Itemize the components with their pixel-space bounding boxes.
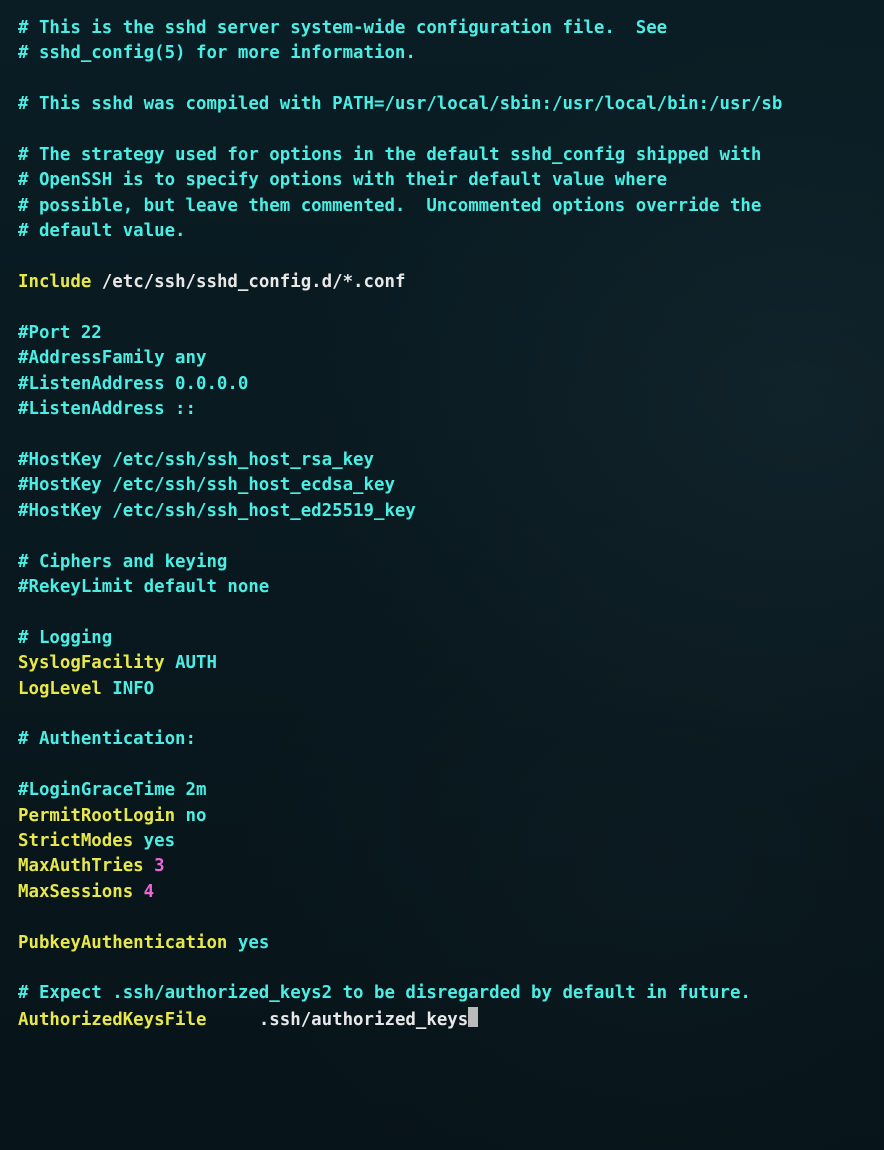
comment-line: #Port 22 bbox=[18, 323, 102, 343]
comment-line: # OpenSSH is to specify options with the… bbox=[18, 170, 667, 190]
comment-line: # Ciphers and keying bbox=[18, 552, 227, 572]
value-permitrootlogin: no bbox=[186, 806, 207, 826]
comment-line: # possible, but leave them commented. Un… bbox=[18, 196, 761, 216]
value-maxsessions: 4 bbox=[144, 882, 154, 902]
value-pubkeyauthentication: yes bbox=[238, 933, 269, 953]
comment-line: #LoginGraceTime 2m bbox=[18, 780, 206, 800]
comment-line: # The strategy used for options in the d… bbox=[18, 145, 761, 165]
comment-line: #RekeyLimit default none bbox=[18, 577, 269, 597]
comment-line: #AddressFamily any bbox=[18, 348, 206, 368]
comment-line: #HostKey /etc/ssh/ssh_host_ecdsa_key bbox=[18, 475, 395, 495]
value-authorizedkeysfile: .ssh/authorized_keys bbox=[259, 1010, 468, 1030]
directive-syslogfacility: SyslogFacility bbox=[18, 653, 165, 673]
comment-line: # Expect .ssh/authorized_keys2 to be dis… bbox=[18, 983, 751, 1003]
comment-line: # This sshd was compiled with PATH=/usr/… bbox=[18, 94, 782, 114]
directive-loglevel: LogLevel bbox=[18, 679, 102, 699]
directive-pubkeyauthentication: PubkeyAuthentication bbox=[18, 933, 227, 953]
include-path: /etc/ssh/sshd_config.d/*.conf bbox=[102, 272, 406, 292]
directive-strictmodes: StrictModes bbox=[18, 831, 133, 851]
value-loglevel: INFO bbox=[112, 679, 154, 699]
directive-maxauthtries: MaxAuthTries bbox=[18, 856, 144, 876]
terminal-editor-view[interactable]: # This is the sshd server system-wide co… bbox=[0, 0, 884, 1033]
comment-line: # sshd_config(5) for more information. bbox=[18, 43, 416, 63]
comment-line: # Authentication: bbox=[18, 729, 196, 749]
value-maxauthtries: 3 bbox=[154, 856, 164, 876]
comment-line: #ListenAddress 0.0.0.0 bbox=[18, 374, 248, 394]
comment-line: # This is the sshd server system-wide co… bbox=[18, 18, 667, 38]
cursor-icon bbox=[468, 1007, 478, 1027]
directive-maxsessions: MaxSessions bbox=[18, 882, 133, 902]
comment-line: #HostKey /etc/ssh/ssh_host_rsa_key bbox=[18, 450, 374, 470]
directive-include: Include bbox=[18, 272, 91, 292]
directive-permitrootlogin: PermitRootLogin bbox=[18, 806, 175, 826]
directive-authorizedkeysfile: AuthorizedKeysFile bbox=[18, 1010, 206, 1030]
comment-line: # default value. bbox=[18, 221, 186, 241]
comment-line: #HostKey /etc/ssh/ssh_host_ed25519_key bbox=[18, 501, 416, 521]
comment-line: # Logging bbox=[18, 628, 112, 648]
comment-line: #ListenAddress :: bbox=[18, 399, 196, 419]
value-strictmodes: yes bbox=[144, 831, 175, 851]
value-syslogfacility: AUTH bbox=[175, 653, 217, 673]
